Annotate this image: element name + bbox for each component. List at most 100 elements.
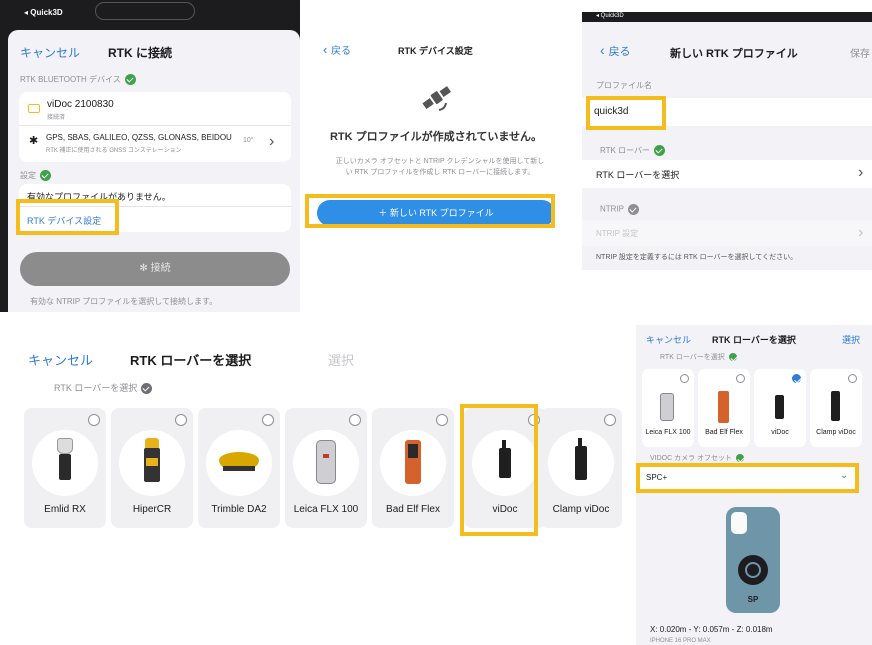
save-button[interactable]: 保存	[850, 45, 870, 60]
offset-value: SPC+	[646, 473, 668, 482]
rover-section-header: RTK ローバー	[600, 145, 665, 157]
rtk-device-settings-panel: ‹ 戻る RTK デバイス設定 RTK プロファイルが作成されていません。 正し…	[305, 18, 567, 230]
rover-card-badelf[interactable]: Bad Elf Flex	[372, 408, 454, 528]
rover-card-leica[interactable]: Leica FLX 100	[285, 408, 367, 528]
rover-image	[775, 395, 784, 419]
chevron-right-icon: ›	[858, 224, 864, 241]
chevron-left-icon: ‹	[323, 42, 331, 57]
rover-select-label: RTK ローバーを選択	[596, 170, 680, 180]
profile-name-field[interactable]: quick3d	[582, 98, 872, 126]
cancel-button[interactable]: キャンセル	[20, 44, 80, 61]
rover-card-vidoc[interactable]: viDoc	[754, 369, 806, 447]
rover-image	[718, 391, 729, 423]
connect-sheet: キャンセル RTK に接続 RTK BLUETOOTH デバイス viDoc 2…	[8, 30, 300, 312]
spinner-icon: ✻	[139, 263, 151, 274]
radio-button[interactable]	[528, 414, 540, 426]
new-rtk-profile-button[interactable]: ＋ 新しい RTK プロファイル	[317, 200, 555, 226]
rover-card-badelf[interactable]: Bad Elf Flex	[698, 369, 750, 447]
radio-button[interactable]	[349, 414, 361, 426]
rover-label: Clamp viDoc	[816, 429, 856, 436]
chevron-right-icon: ›	[858, 164, 864, 181]
page-title: RTK ローバーを選択	[712, 335, 796, 345]
rover-label: Trimble DA2	[211, 504, 267, 515]
radio-button[interactable]	[604, 414, 616, 426]
rtk-device-settings-link[interactable]: RTK デバイス設定	[27, 214, 101, 227]
rover-card-vidoc[interactable]: viDoc	[464, 408, 546, 528]
select-button[interactable]: 選択	[328, 350, 354, 369]
dynamic-island	[95, 2, 195, 20]
rover-image	[472, 430, 538, 496]
check-icon	[124, 74, 136, 86]
ntrip-settings-label: NTRIP 設定	[596, 229, 639, 238]
rover-image	[831, 391, 840, 421]
rover-image	[548, 430, 614, 496]
rover-card-leica[interactable]: Leica FLX 100	[642, 369, 694, 447]
rover-select-row[interactable]: RTK ローバーを選択 ›	[582, 160, 872, 188]
select-rover-panel-large: キャンセル RTK ローバーを選択 選択 RTK ローバーを選択 Emlid R…	[10, 336, 622, 536]
cancel-button[interactable]: キャンセル	[28, 350, 93, 369]
chevron-left-icon: ‹	[600, 42, 609, 58]
page-title: RTK に接続	[108, 46, 172, 60]
status-app-name: ◂ Quick3D	[582, 12, 872, 22]
chevron-down-icon: ⌄	[840, 470, 849, 481]
settings-section-header: 設定	[20, 170, 51, 182]
radio-button[interactable]	[436, 414, 448, 426]
radio-button-selected[interactable]	[792, 374, 801, 383]
satellite-icon	[422, 86, 452, 111]
page-title: RTK ローバーを選択	[130, 353, 252, 368]
rover-label: Leica FLX 100	[293, 504, 359, 515]
check-icon	[141, 383, 153, 395]
device-model: IPHONE 16 PRO MAX	[650, 638, 711, 644]
rover-label: viDoc	[771, 429, 789, 436]
radio-button[interactable]	[680, 374, 689, 383]
gnss-description: RTK 補正に使用される GNSS コンステレーション	[46, 148, 182, 154]
gnss-value: 10°	[243, 137, 254, 144]
rover-card-hipercr[interactable]: HiperCR	[111, 408, 193, 528]
rover-card-clamp-vidoc[interactable]: Clamp viDoc	[540, 408, 622, 528]
offset-dropdown[interactable]: SPC+ ⌄	[640, 467, 858, 489]
check-icon	[654, 145, 665, 157]
status-app-name: ◂ Quick3D	[24, 8, 63, 17]
radio-button[interactable]	[175, 414, 187, 426]
gnss-row[interactable]: ✱ GPS, SBAS, GALILEO, QZSS, GLONASS, BEI…	[19, 126, 291, 162]
footer-note: 有効な NTRIP プロファイルを選択して接続します。	[30, 297, 218, 306]
ntrip-section-header: NTRIP	[600, 204, 639, 215]
check-icon	[728, 353, 737, 362]
empty-state-title: RTK プロファイルが作成されていません。	[329, 131, 542, 143]
check-icon	[628, 204, 639, 215]
ntrip-settings-row: NTRIP 設定 ›	[582, 220, 872, 246]
rover-image	[293, 430, 359, 496]
rover-image	[660, 393, 674, 421]
rover-label: Emlid RX	[44, 504, 86, 515]
section-header: RTK ローバーを選択	[54, 381, 153, 395]
check-icon	[736, 454, 745, 463]
cancel-button[interactable]: キャンセル	[646, 333, 691, 346]
rover-label: viDoc	[492, 504, 518, 515]
bluetooth-device-card: viDoc 2100830 接続済 ✱ GPS, SBAS, GALILEO, …	[19, 92, 291, 162]
radio-button[interactable]	[88, 414, 100, 426]
settings-card: 有効なプロファイルがありません。 RTK デバイス設定	[19, 184, 291, 232]
radio-button[interactable]	[262, 414, 274, 426]
back-button[interactable]: ‹ 戻る	[323, 42, 351, 57]
select-button[interactable]: 選択	[842, 333, 860, 346]
page-title: RTK デバイス設定	[398, 46, 473, 56]
rover-card-clamp-vidoc[interactable]: Clamp viDoc	[810, 369, 862, 447]
device-name: viDoc 2100830	[47, 99, 114, 110]
ntrip-note: NTRIP 設定を定義するには RTK ローバーを選択してください。	[596, 254, 798, 261]
empty-state-description: 正しいカメラ オフセットと NTRIP クレデンシャルを使用して新しい RTK …	[335, 158, 545, 176]
back-button[interactable]: ‹ 戻る	[600, 42, 631, 59]
rover-card-trimble[interactable]: Trimble DA2	[198, 408, 280, 528]
no-profile-text: 有効なプロファイルがありません。	[27, 192, 171, 202]
offset-section-header: VIDOC カメラ オフセット	[650, 453, 745, 463]
rover-label: Bad Elf Flex	[705, 429, 743, 436]
satellite-icon: ✱	[29, 135, 39, 147]
radio-button[interactable]	[848, 374, 857, 383]
select-rover-panel-offset: キャンセル RTK ローバーを選択 選択 RTK ローバーを選択 Leica F…	[636, 325, 872, 645]
rover-card-emlid[interactable]: Emlid RX	[24, 408, 106, 528]
phone-case-image: SP	[726, 507, 780, 613]
connect-button-label: 接続	[150, 263, 171, 274]
connect-button[interactable]: ✻ 接続	[20, 252, 290, 286]
radio-button[interactable]	[736, 374, 745, 383]
rover-image	[206, 430, 272, 496]
device-battery-icon	[28, 104, 40, 113]
